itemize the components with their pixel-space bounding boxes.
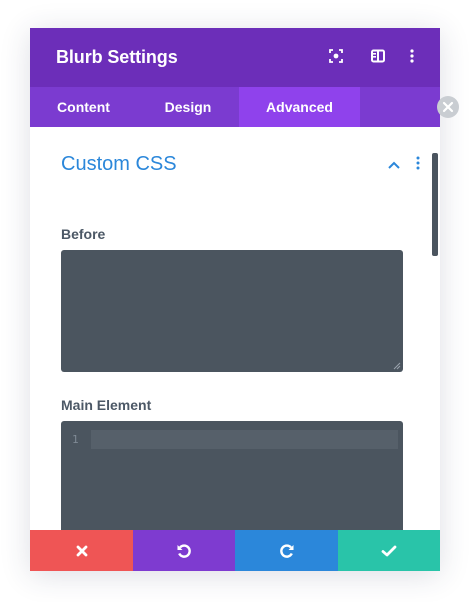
- settings-tabs: Content Design Advanced: [30, 87, 440, 127]
- discard-button[interactable]: [30, 530, 133, 571]
- before-label: Before: [61, 226, 106, 242]
- split-view-icon[interactable]: [370, 48, 386, 64]
- chevron-up-icon[interactable]: [387, 158, 401, 176]
- undo-button[interactable]: [133, 530, 235, 571]
- line-number: 1: [72, 433, 79, 446]
- more-options-icon[interactable]: [404, 48, 420, 64]
- modal-title: Blurb Settings: [56, 47, 178, 67]
- expand-icon[interactable]: [328, 48, 344, 64]
- resize-handle[interactable]: [393, 362, 401, 370]
- undo-icon: [177, 543, 191, 558]
- save-button[interactable]: [338, 530, 440, 571]
- active-line-highlight: [91, 430, 398, 449]
- tab-design[interactable]: Design: [137, 87, 239, 127]
- action-bar: [30, 530, 440, 571]
- settings-body: Custom CSS Before Main Element 1: [30, 127, 440, 543]
- tab-advanced[interactable]: Advanced: [239, 87, 360, 127]
- main-element-css-input[interactable]: 1: [61, 421, 403, 543]
- tab-content[interactable]: Content: [30, 87, 137, 127]
- blurb-settings-modal: Blurb Settings Content Design Advanced C…: [30, 28, 440, 571]
- section-more-icon[interactable]: [412, 155, 424, 176]
- modal-header[interactable]: Blurb Settings: [30, 28, 440, 87]
- scrollbar[interactable]: [432, 153, 438, 256]
- redo-button[interactable]: [235, 530, 338, 571]
- x-icon: [76, 545, 87, 556]
- redo-icon: [279, 543, 293, 558]
- section-title[interactable]: Custom CSS: [61, 153, 177, 176]
- check-icon: [381, 545, 397, 556]
- before-css-input[interactable]: [61, 250, 403, 372]
- main-element-label: Main Element: [61, 397, 152, 413]
- close-icon: [442, 101, 454, 113]
- close-modal-button[interactable]: [437, 96, 459, 118]
